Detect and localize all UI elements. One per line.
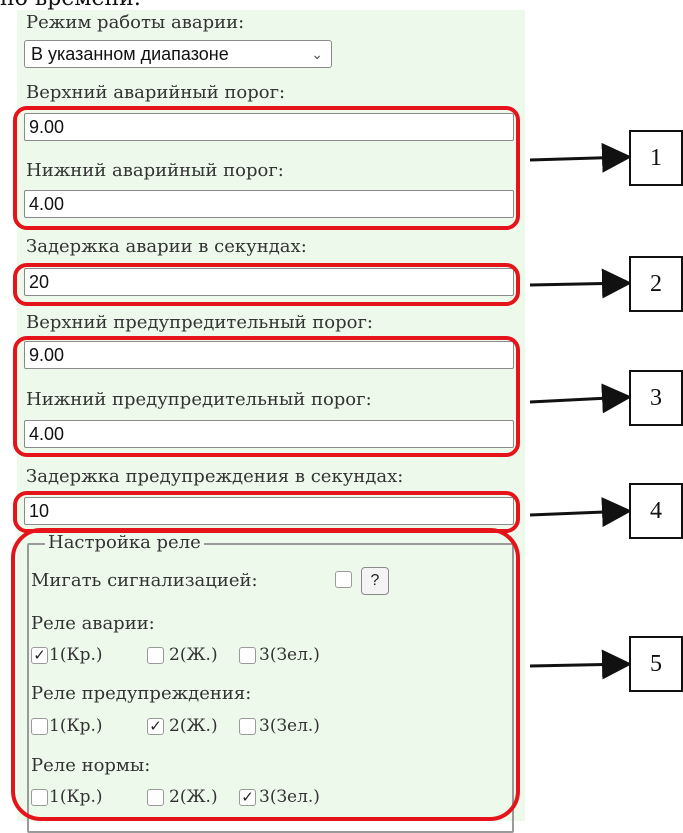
callout-3: 3	[629, 370, 683, 426]
callout-5: 5	[629, 636, 683, 692]
callout-2: 2	[629, 256, 683, 312]
arrow-5	[529, 649, 632, 680]
arrow-1	[529, 142, 632, 173]
callout-4: 4	[629, 483, 683, 539]
arrow-3	[529, 383, 632, 414]
arrow-2	[529, 268, 632, 299]
callout-arrows	[529, 142, 632, 680]
arrow-4	[529, 497, 632, 528]
callout-1: 1	[629, 130, 683, 186]
